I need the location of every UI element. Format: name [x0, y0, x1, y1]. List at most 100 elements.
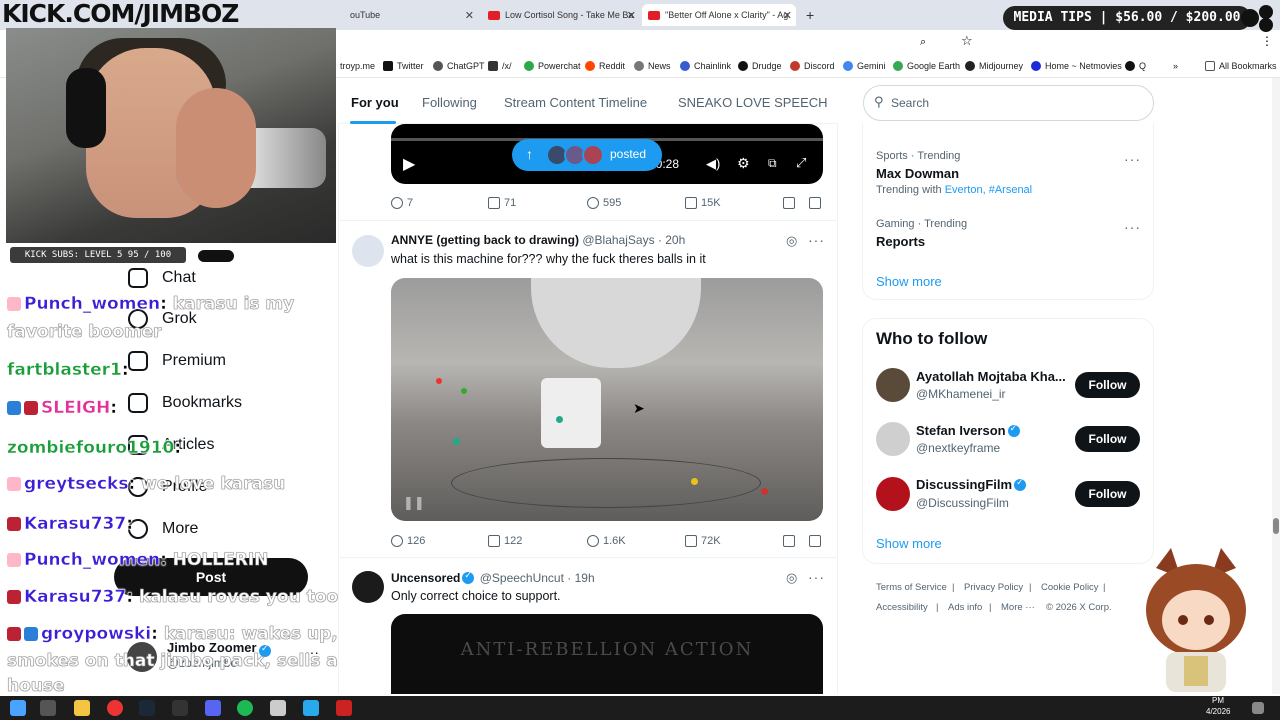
new-tab-button[interactable]: +	[800, 4, 820, 26]
more-dots-icon[interactable]: ···	[1124, 151, 1141, 167]
post-author[interactable]: Uncensored @SpeechUncut · 19h	[391, 570, 595, 585]
avatar[interactable]	[876, 368, 910, 402]
trend-name[interactable]: Max Dowman	[876, 166, 959, 181]
bookmark[interactable]: Reddit	[585, 61, 625, 71]
views-button[interactable]: 72K	[685, 535, 721, 547]
reply-button[interactable]: 7	[391, 197, 413, 209]
fullscreen-icon[interactable]: ⤢	[796, 155, 806, 171]
like-button[interactable]: 1.6K	[587, 535, 626, 547]
footer-terms[interactable]: Terms of Service	[876, 582, 947, 593]
nav-more[interactable]: More	[128, 519, 198, 539]
suggestion-name[interactable]: Ayatollah Mojtaba Kha...	[916, 369, 1066, 384]
video-player[interactable]: ❚❚ ➤	[391, 278, 823, 521]
views-button[interactable]: 15K	[685, 197, 721, 209]
bookmark[interactable]: News	[634, 61, 671, 71]
show-more-link[interactable]: Show more	[876, 536, 942, 551]
bookmark[interactable]: troyp.me	[340, 61, 375, 71]
clock-date[interactable]: 4/2026	[1206, 707, 1230, 716]
settings-icon[interactable]: ⚙	[737, 155, 750, 172]
bookmark[interactable]: ChatGPT	[433, 61, 485, 71]
tab-stream-content-timeline[interactable]: Stream Content Timeline	[504, 95, 647, 110]
bookmark[interactable]: Twitter	[383, 61, 424, 71]
browser-tab-active[interactable]: "Better Off Alone x Clarity" - Ag ✕	[642, 4, 796, 26]
bookmark[interactable]: Gemini	[843, 61, 886, 71]
taskview-icon[interactable]	[40, 700, 56, 716]
notification-icon[interactable]	[1252, 702, 1264, 714]
menu-icon[interactable]: ⋮	[1261, 34, 1273, 48]
bookmark[interactable]: Powerchat	[524, 61, 581, 71]
avatar[interactable]	[352, 571, 384, 603]
tab-for-you[interactable]: For you	[351, 95, 399, 110]
bookmark[interactable]: Chainlink	[680, 61, 731, 71]
all-bookmarks[interactable]: All Bookmarks	[1205, 61, 1277, 71]
close-icon[interactable]: ✕	[465, 9, 474, 22]
search-input[interactable]: ⚲ Search	[863, 85, 1154, 121]
bookmark[interactable]: Drudge	[738, 61, 782, 71]
app-icon[interactable]	[270, 700, 286, 716]
show-more-link[interactable]: Show more	[876, 274, 942, 289]
follow-button[interactable]: Follow	[1075, 426, 1140, 452]
chevron-right-icon[interactable]: »	[1173, 61, 1178, 71]
telegram-icon[interactable]	[303, 700, 319, 716]
volume-icon[interactable]: ◀)	[706, 156, 720, 172]
play-icon[interactable]: ▶	[403, 154, 415, 174]
star-icon[interactable]: ☆	[961, 33, 973, 49]
bookmark[interactable]: Midjourney	[965, 61, 1023, 71]
reply-button[interactable]: 126	[391, 535, 425, 547]
grok-icon[interactable]: ◎	[786, 570, 797, 586]
tab-following[interactable]: Following	[422, 95, 477, 110]
follow-button[interactable]: Follow	[1075, 481, 1140, 507]
scrollbar-thumb[interactable]	[1273, 518, 1279, 534]
avatar[interactable]	[352, 235, 384, 267]
footer-cookie[interactable]: Cookie Policy	[1041, 582, 1099, 593]
bookmark[interactable]: Google Earth	[893, 61, 960, 71]
bookmark[interactable]: Home ~ Netmovies	[1031, 61, 1122, 71]
spotify-icon[interactable]	[237, 700, 253, 716]
footer-more[interactable]: More ···	[1001, 602, 1035, 613]
steam-icon[interactable]	[139, 700, 155, 716]
tab-sneako-love-speech[interactable]: SNEAKO LOVE SPEECH	[678, 95, 828, 110]
scrollbar[interactable]	[1272, 78, 1280, 694]
repost-button[interactable]: 122	[488, 535, 522, 547]
pip-icon[interactable]: ⧉	[768, 156, 777, 171]
bookmark[interactable]: Discord	[790, 61, 835, 71]
more-dots-icon[interactable]: ···	[808, 232, 825, 248]
folder-icon[interactable]	[74, 700, 90, 716]
chrome-icon[interactable]	[107, 700, 123, 716]
browser-tab[interactable]: Low Cortisol Song - Take Me Ba ✕	[482, 4, 640, 26]
footer-accessibility[interactable]: Accessibility	[876, 602, 928, 613]
share-button[interactable]	[809, 535, 821, 547]
avatar[interactable]	[876, 477, 910, 511]
follow-button[interactable]: Follow	[1075, 372, 1140, 398]
browser-tab[interactable]: ouTube ✕	[344, 4, 478, 26]
bookmark[interactable]: Q	[1125, 61, 1146, 71]
nav-chat[interactable]: Chat	[128, 268, 196, 288]
new-posts-pill[interactable]: ↑ posted	[512, 139, 662, 171]
video-player[interactable]: ANTI-REBELLION ACTION	[391, 614, 823, 694]
zoom-icon[interactable]: ⌕	[920, 36, 926, 49]
trend-name[interactable]: Reports	[876, 234, 925, 249]
avatar[interactable]	[876, 422, 910, 456]
repost-button[interactable]: 71	[488, 197, 516, 209]
grok-icon[interactable]: ◎	[786, 233, 797, 249]
suggestion-name[interactable]: DiscussingFilm	[916, 477, 1028, 492]
nav-bookmarks[interactable]: Bookmarks	[128, 393, 242, 413]
footer-privacy[interactable]: Privacy Policy	[964, 582, 1023, 593]
close-icon[interactable]: ✕	[783, 9, 792, 22]
close-icon[interactable]: ✕	[627, 9, 636, 22]
suggestion-name[interactable]: Stefan Iverson	[916, 423, 1022, 438]
trend-links[interactable]: Everton, #Arsenal	[945, 184, 1032, 196]
nav-premium[interactable]: Premium	[128, 351, 226, 371]
bookmark-button[interactable]	[783, 535, 795, 547]
more-dots-icon[interactable]: ···	[808, 569, 825, 585]
discord-icon[interactable]	[205, 700, 221, 716]
share-button[interactable]	[809, 197, 821, 209]
obs-icon[interactable]	[172, 700, 188, 716]
more-dots-icon[interactable]: ···	[1124, 219, 1141, 235]
clock-time[interactable]: PM	[1212, 696, 1224, 705]
bookmark-button[interactable]	[783, 197, 795, 209]
footer-ads[interactable]: Ads info	[948, 602, 982, 613]
pause-icon[interactable]: ❚❚	[403, 495, 425, 511]
post-author[interactable]: ANNYE (getting back to drawing) @BlahajS…	[391, 233, 685, 247]
like-button[interactable]: 595	[587, 197, 621, 209]
